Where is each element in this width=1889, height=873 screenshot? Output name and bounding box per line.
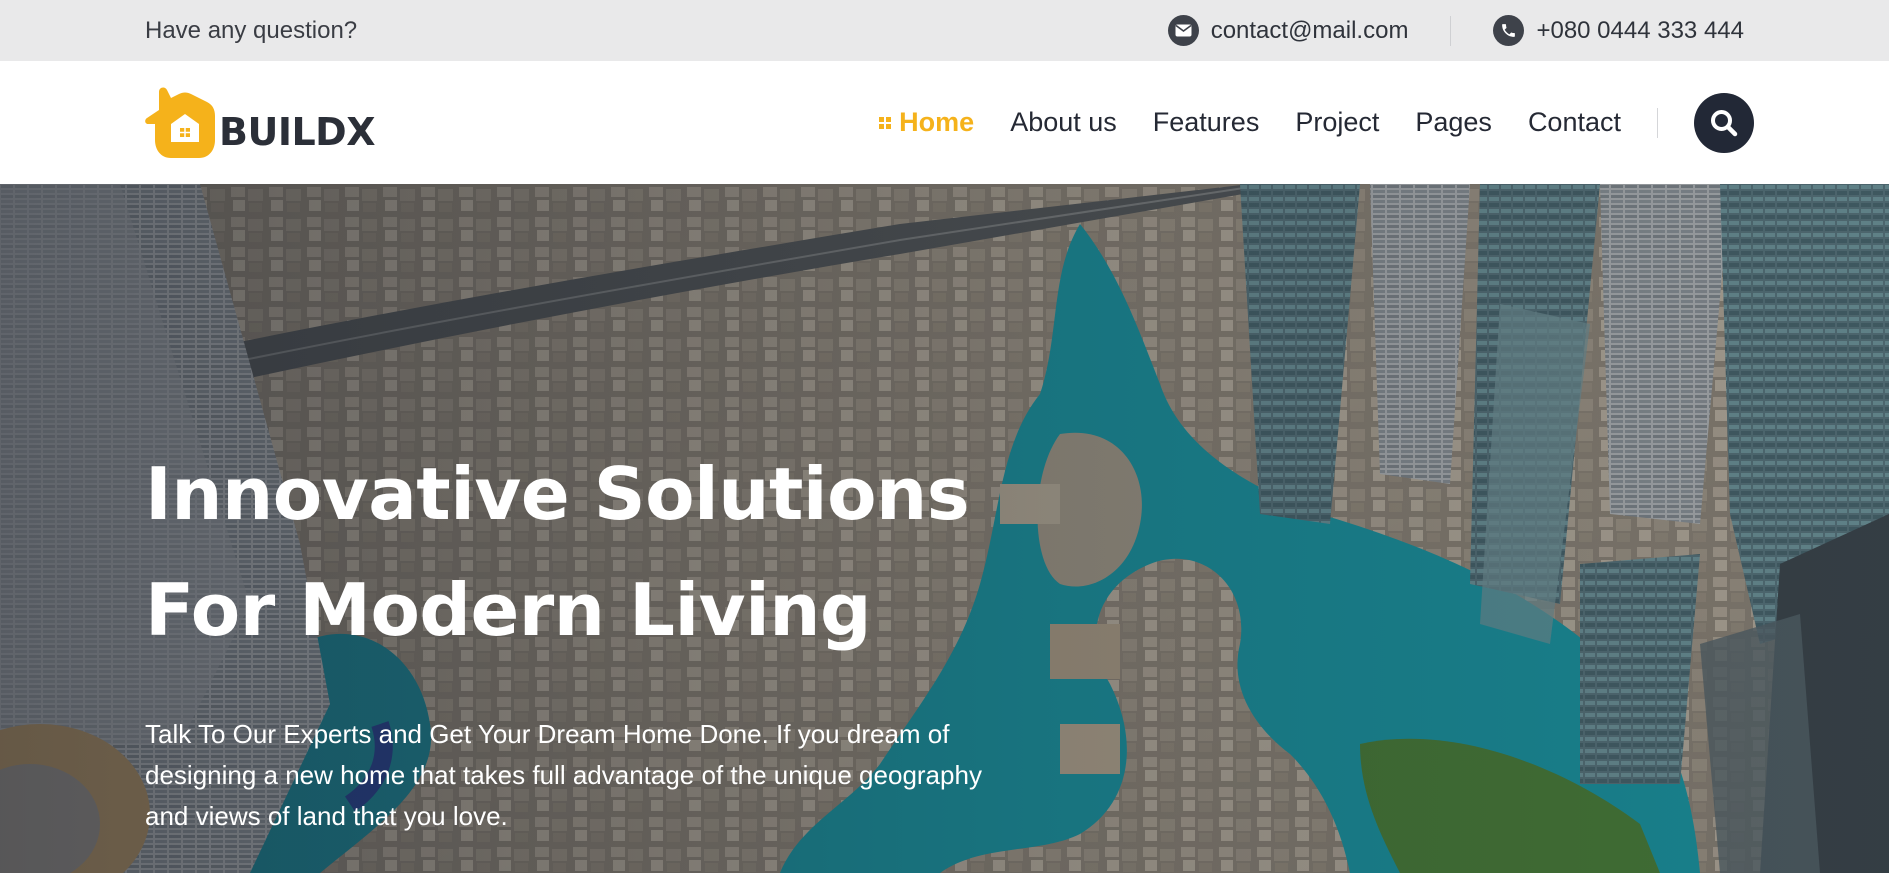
contact-divider [1450, 15, 1452, 46]
hero-section: Innovative Solutions For Modern Living T… [0, 184, 1889, 873]
phone-text: +080 0444 333 444 [1536, 16, 1744, 44]
primary-nav: Home About us Features Project Pages Con… [843, 92, 1754, 153]
phone-link[interactable]: +080 0444 333 444 [1493, 15, 1744, 46]
email-text: contact@mail.com [1210, 16, 1409, 44]
nav-item-label: Project [1295, 107, 1380, 137]
hero-title-line-1: Innovative Solutions [145, 452, 970, 536]
search-button[interactable] [1694, 92, 1754, 153]
hero-description: Talk To Our Experts and Get Your Dream H… [145, 719, 982, 831]
nav-item-label: About us [1010, 107, 1117, 137]
top-info-bar: Have any question? contact@mail.com +080… [0, 0, 1889, 61]
email-link[interactable]: contact@mail.com [1167, 15, 1409, 46]
nav-item-contact[interactable]: Contact [1528, 107, 1621, 138]
nav-item-pages[interactable]: Pages [1415, 107, 1492, 138]
nav-item-label: Pages [1415, 107, 1492, 137]
nav-divider [1657, 107, 1658, 138]
nav-item-label: Features [1152, 107, 1260, 137]
brand-name: BUILDX [219, 109, 376, 154]
phone-icon [1493, 15, 1525, 46]
nav-item-label: Contact [1527, 107, 1621, 137]
active-indicator-icon [879, 116, 892, 129]
nav-item-home[interactable]: Home [879, 107, 974, 138]
nav-item-features[interactable]: Features [1153, 107, 1260, 138]
logo-house-icon [145, 87, 215, 158]
search-icon [1711, 109, 1738, 136]
nav-item-label: Home [899, 107, 975, 137]
contact-info: contact@mail.com +080 0444 333 444 [1167, 0, 1744, 61]
main-navbar: BUILDX Home About us Features Project Pa… [0, 61, 1889, 184]
nav-item-project[interactable]: Project [1295, 107, 1379, 138]
logo[interactable]: BUILDX [145, 84, 376, 162]
hero-title-line-2: For Modern Living [145, 568, 872, 652]
nav-item-about-us[interactable]: About us [1010, 107, 1117, 138]
hero-title: Innovative Solutions For Modern Living [145, 436, 1045, 668]
question-text: Have any question? [145, 16, 358, 44]
email-icon [1167, 15, 1199, 46]
